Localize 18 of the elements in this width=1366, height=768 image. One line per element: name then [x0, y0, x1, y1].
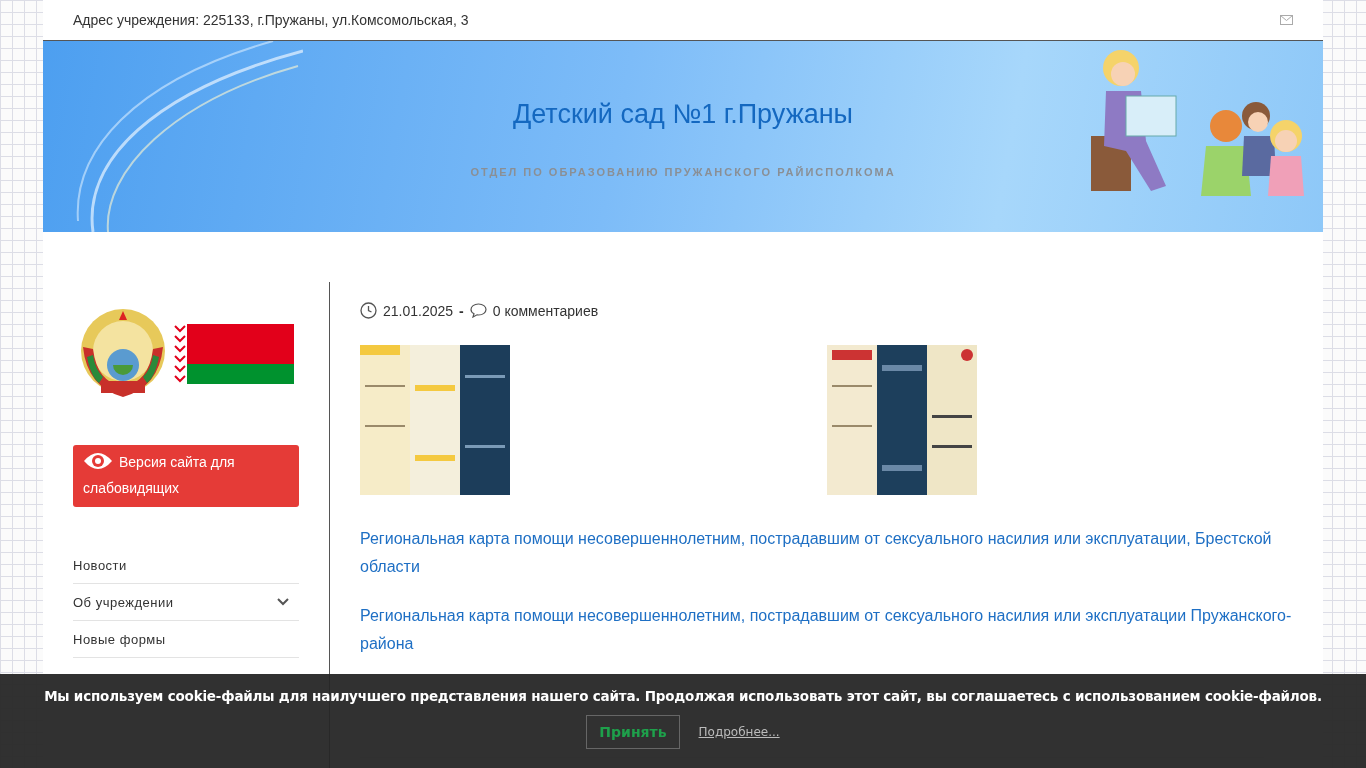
eye-icon: [83, 451, 113, 471]
menu-item[interactable]: Об учреждении: [73, 584, 299, 621]
post-date: 21.01.2025: [383, 302, 454, 319]
menu-item[interactable]: Новости: [73, 547, 299, 584]
site-subtitle: ОТДЕЛ ПО ОБРАЗОВАНИЮ ПРУЖАНСКОГО РАЙИСПОЛКОМА: [470, 166, 896, 178]
separator-text: -: [459, 302, 464, 319]
more-info-link[interactable]: Подробнее...: [698, 725, 780, 739]
document-link[interactable]: Региональная карта помощи несовершеннолетним, пострадавшим от сексуального насилия или эксплуатации Пружанского-района: [360, 602, 1294, 658]
document-link[interactable]: Региональная карта помощи несовершеннолетним, пострадавшим от сексуального насилия или эксплуатации, Брестской области: [360, 525, 1294, 581]
cookie-notice-text: Мы используем cookie-файлы для наилучшего представления нашего сайта. Продолжая использовать этот сайт, вы соглашаетесь с использованием cookie-файлов.: [44, 688, 1322, 704]
speech-bubble-icon: [469, 303, 487, 318]
low-vision-version-button[interactable]: Версия сайта для слабовидящих: [73, 445, 299, 507]
chevron-down-icon[interactable]: [277, 598, 289, 606]
comments-link[interactable]: 0 комментариев: [492, 302, 599, 319]
accept-button[interactable]: Принять: [586, 715, 680, 749]
clock-icon: [360, 302, 377, 319]
menu-item[interactable]: Новые формы: [73, 621, 299, 658]
address-text: Адрес учреждения: 225133, г.Пружаны, ул.Комсомольская, 3: [73, 12, 469, 28]
